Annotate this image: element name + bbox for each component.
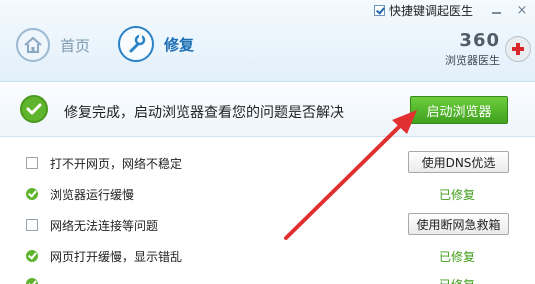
hotkey-launch-label: 快捷键调起医生	[388, 3, 473, 18]
fixed-check-icon	[26, 278, 38, 284]
close-icon: ×	[516, 2, 528, 18]
use-dns-optimize-button[interactable]: 使用DNS优选	[408, 151, 509, 173]
nav-repair-label: 修复	[164, 35, 195, 54]
close-button[interactable]: ×	[509, 0, 535, 20]
issue-label: 打不开网页，网络不稳定	[50, 156, 183, 171]
fixed-check-icon	[26, 250, 38, 262]
fixed-status: 已修复	[439, 250, 476, 264]
fixed-status: 已修复	[439, 276, 475, 284]
checkbox[interactable]	[26, 219, 38, 231]
hotkey-launch-checkbox[interactable]: 快捷键调起医生	[373, 2, 473, 19]
nav-tab-home[interactable]: 首页	[16, 28, 90, 62]
fixed-status: 已修复	[439, 188, 476, 202]
home-icon	[16, 28, 50, 62]
issue-row: 网络无法连接等问题 使用断网急救箱	[26, 213, 526, 237]
issue-label: 网页打开缓慢，显示错乱	[50, 249, 183, 264]
success-check-icon	[20, 95, 48, 123]
issue-label: 浏览器运行缓慢	[50, 187, 135, 202]
issue-row: 打不开网页，网络不稳定 使用DNS优选	[26, 151, 526, 175]
checkbox-checked-icon	[373, 4, 385, 16]
network-first-aid-button[interactable]: 使用断网急救箱	[408, 213, 509, 235]
wrench-icon	[118, 26, 154, 62]
minimize-button[interactable]	[483, 0, 509, 20]
status-message: 修复完成，启动浏览器查看您的问题是否解决	[64, 105, 344, 121]
nav-tab-repair[interactable]: 修复	[118, 26, 194, 62]
issue-row: 浏览器运行缓慢 已修复	[26, 182, 526, 206]
medical-cross-icon	[505, 36, 531, 62]
issue-row: 网页打开缓慢，显示错乱 已修复	[26, 244, 526, 268]
brand: 360 浏览器医生	[436, 32, 500, 68]
fixed-check-icon	[26, 188, 38, 200]
issue-label: 网络无法连接等问题	[50, 218, 159, 233]
header: 快捷键调起医生 × 首页 修复 360 浏览器医生	[0, 0, 535, 82]
title-bar: 快捷键调起医生 ×	[373, 0, 535, 20]
issue-row: 已修复	[26, 272, 526, 284]
minimize-icon	[491, 12, 501, 14]
brand-subtitle: 浏览器医生	[445, 54, 500, 67]
checkbox[interactable]	[26, 157, 38, 169]
launch-browser-button[interactable]: 启动浏览器	[410, 96, 508, 124]
nav-home-label: 首页	[60, 36, 91, 55]
brand-name: 360	[459, 30, 500, 51]
